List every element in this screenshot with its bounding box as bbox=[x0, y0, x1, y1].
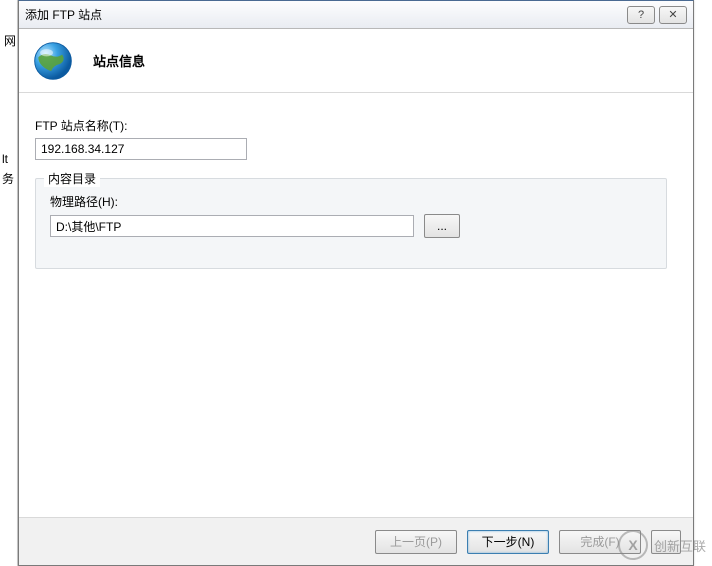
site-name-label: FTP 站点名称(T): bbox=[35, 117, 677, 134]
previous-button: 上一页(P) bbox=[375, 530, 457, 554]
bg-label-2: lt bbox=[2, 152, 8, 166]
bg-label-1: 网 bbox=[4, 32, 16, 49]
add-ftp-site-dialog: 添加 FTP 站点 ? ✕ 站点信息 FTP 站点名称(T): 内容目录 物理路… bbox=[18, 0, 694, 566]
dialog-header: 站点信息 bbox=[19, 29, 693, 93]
physical-path-input[interactable] bbox=[50, 215, 414, 237]
site-name-input[interactable] bbox=[35, 138, 247, 160]
globe-icon bbox=[31, 39, 75, 83]
content-directory-legend: 内容目录 bbox=[44, 170, 100, 187]
dialog-titlebar: 添加 FTP 站点 ? ✕ bbox=[19, 1, 693, 29]
next-button[interactable]: 下一步(N) bbox=[467, 530, 549, 554]
bg-label-3: 务 bbox=[2, 170, 14, 187]
watermark-icon: X bbox=[618, 530, 648, 560]
header-title: 站点信息 bbox=[93, 51, 145, 70]
close-button[interactable]: ✕ bbox=[659, 6, 687, 24]
dialog-footer: 上一页(P) 下一步(N) 完成(F) bbox=[19, 517, 693, 565]
physical-path-label: 物理路径(H): bbox=[50, 193, 652, 210]
background-panel-strip: 网 lt 务 bbox=[0, 0, 18, 566]
watermark: X 创新互联 bbox=[618, 530, 706, 560]
watermark-text: 创新互联 bbox=[654, 536, 706, 555]
browse-button[interactable]: ... bbox=[424, 214, 460, 238]
help-button[interactable]: ? bbox=[627, 6, 655, 24]
dialog-title: 添加 FTP 站点 bbox=[25, 6, 102, 23]
content-directory-group: 内容目录 物理路径(H): ... bbox=[35, 178, 667, 269]
dialog-body: FTP 站点名称(T): 内容目录 物理路径(H): ... bbox=[19, 93, 693, 269]
